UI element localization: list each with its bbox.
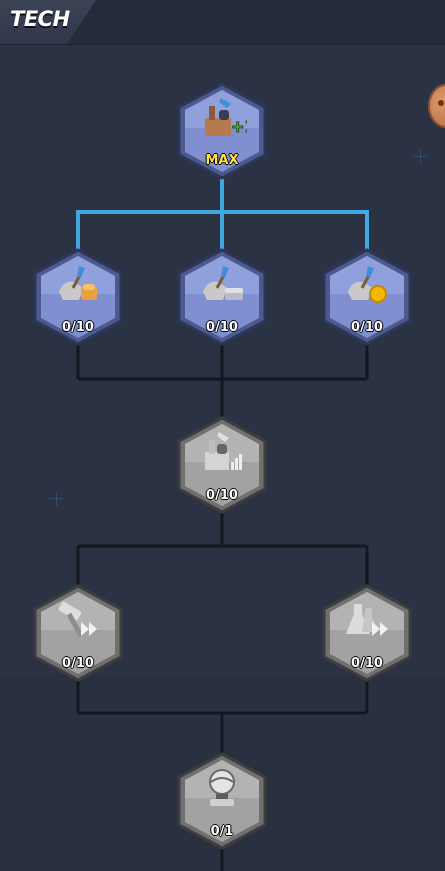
node-level-label: 0/10: [206, 488, 238, 503]
tech-node-shovel-bread[interactable]: 0/10: [32, 248, 124, 346]
hammer-speed-icon: [58, 601, 97, 638]
tech-node-globe-trophy[interactable]: 0/1: [176, 752, 268, 850]
node-level-label: MAX: [205, 153, 239, 168]
shovel-bread-icon: [59, 266, 97, 300]
tech-node-factory-plus[interactable]: +1 MAX: [176, 82, 268, 180]
node-level-label: 0/10: [351, 656, 383, 671]
shovel-stone-icon: [203, 266, 243, 300]
factory-chart-icon: [205, 432, 242, 470]
tech-node-flask-speed[interactable]: 0/10: [321, 584, 413, 682]
node-level-label: 0/1: [210, 824, 234, 839]
node-level-label: 0/10: [206, 320, 238, 335]
tech-node-factory-chart[interactable]: 0/10: [176, 416, 268, 514]
svg-text:+1: +1: [231, 117, 247, 136]
tech-node-hammer-speed[interactable]: 0/10: [32, 584, 124, 682]
node-level-label: 0/10: [351, 320, 383, 335]
tech-node-shovel-stone[interactable]: 0/10: [176, 248, 268, 346]
globe-trophy-icon: [209, 769, 235, 806]
node-level-label: 0/10: [62, 656, 94, 671]
factory-plus-icon: +1: [205, 98, 247, 137]
shovel-coin-icon: [348, 266, 387, 303]
node-level-label: 0/10: [62, 320, 94, 335]
flask-speed-icon: [346, 604, 388, 636]
tech-node-shovel-coin[interactable]: 0/10: [321, 248, 413, 346]
